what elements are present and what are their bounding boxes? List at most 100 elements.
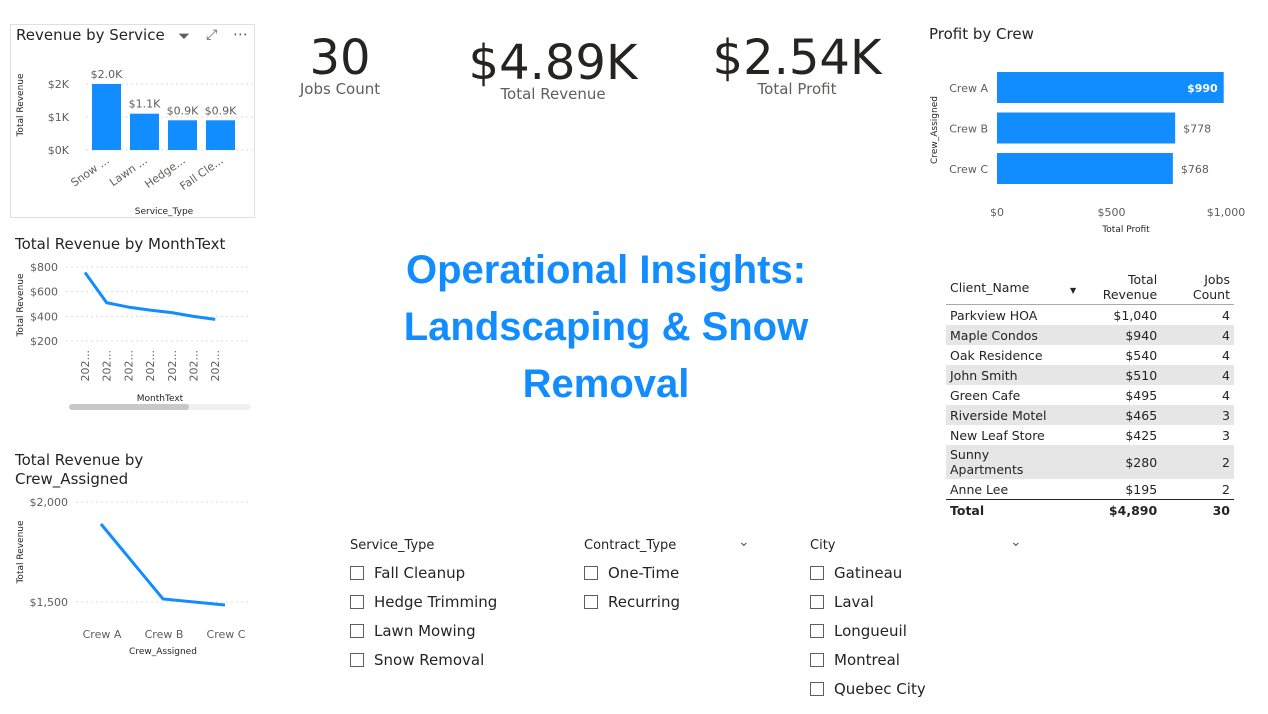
table-row[interactable]: New Leaf Store $425 3 — [946, 425, 1234, 445]
revenue-cell: $280 — [1125, 454, 1158, 470]
slicer-option[interactable]: Recurring — [584, 587, 680, 616]
chart-title: Total Revenue by MonthText — [15, 235, 226, 253]
option-label: Montreal — [834, 650, 900, 669]
option-label: Recurring — [608, 592, 680, 611]
chart-title: Profit by Crew — [929, 25, 1034, 43]
jobs-count-cell: 2 — [1222, 454, 1230, 470]
jobs-count-cell: 2 — [1222, 481, 1230, 497]
x-tick-label: 202... — [166, 350, 179, 382]
option-label: Longueuil — [834, 621, 907, 640]
checkbox[interactable] — [350, 565, 364, 580]
client-name-cell: Oak Residence — [950, 347, 1043, 363]
y-tick-label: $2,000 — [30, 496, 69, 509]
checkbox[interactable] — [350, 652, 364, 667]
column-header[interactable]: Client_Name — [946, 270, 1068, 305]
revenue-cell: $195 — [1125, 481, 1158, 497]
revenue-by-month-chart: Total Revenue $800 $600 $400 $200 202... 202..… — [16, 261, 250, 404]
y-tick-label: $2K — [48, 78, 70, 91]
x-tick-label: $1,000 — [1207, 206, 1246, 219]
x-axis-title: Crew_Assigned — [129, 647, 197, 657]
checkbox[interactable] — [810, 652, 824, 667]
x-tick-label: Crew C — [207, 628, 246, 641]
bar — [130, 113, 159, 150]
data-label: $778 — [1183, 123, 1211, 136]
y-tick-label: $600 — [30, 286, 58, 299]
option-label: Hedge Trimming — [374, 592, 498, 611]
table-row[interactable]: Parkview HOA $1,040 4 — [946, 305, 1234, 326]
checkbox[interactable] — [350, 594, 364, 609]
slicer-option[interactable]: Quebec City — [810, 674, 926, 703]
bar — [997, 153, 1173, 184]
revenue-by-crew-chart: Total Revenue $2,000 $1,500 Crew A Crew B Cre… — [16, 496, 250, 657]
jobs-count-cell: 4 — [1222, 387, 1230, 403]
bar — [92, 84, 121, 150]
slicer-option[interactable]: Laval — [810, 587, 926, 616]
table-row[interactable]: Anne Lee $195 2 — [946, 479, 1234, 500]
slicer-contract-type: Contract_Type ⌄ One-Time Recurring — [584, 534, 750, 616]
revenue-cell: $940 — [1125, 327, 1158, 343]
client-table[interactable]: Client_Name Total Revenue Jobs Count Par… — [946, 270, 1234, 520]
slicer-option[interactable]: Fall Cleanup — [350, 558, 497, 587]
total-jobs: 30 — [1212, 502, 1230, 518]
slicer-option[interactable]: Snow Removal — [350, 645, 497, 674]
chevron-down-icon[interactable]: ⌄ — [1010, 534, 1022, 550]
checkbox[interactable] — [584, 594, 598, 609]
jobs-count-cell: 4 — [1222, 327, 1230, 343]
jobs-count-cell: 4 — [1222, 367, 1230, 383]
slicer-option[interactable]: Hedge Trimming — [350, 587, 497, 616]
checkbox[interactable] — [810, 623, 824, 638]
profit-by-crew-chart: Crew_Assigned Crew A $990 Crew B $778 Crew C $… — [930, 72, 1246, 235]
filter-icon[interactable]: ⏷ — [178, 27, 190, 45]
data-label: $0.9K — [167, 104, 199, 117]
bar — [168, 120, 197, 150]
slicer-option[interactable]: Longueuil — [810, 616, 926, 645]
slicer-option[interactable]: Montreal — [810, 645, 926, 674]
focus-mode-icon[interactable]: ⤢ — [206, 27, 217, 43]
column-header[interactable]: Total Revenue — [1068, 270, 1161, 305]
kpi-value: $4.89K — [468, 35, 638, 91]
kpi-jobs-count: 30 Jobs Count — [280, 30, 400, 98]
x-axis-title: Service_Type — [135, 207, 194, 217]
option-label: Quebec City — [834, 679, 926, 698]
x-tick-label: $500 — [1098, 206, 1126, 219]
y-axis-title: Total Revenue — [16, 520, 26, 585]
chevron-down-icon[interactable]: ⌄ — [738, 534, 750, 550]
jobs-count-cell: 4 — [1222, 347, 1230, 363]
table-row[interactable]: Sunny Apartments $280 2 — [946, 445, 1234, 479]
table-row[interactable]: Riverside Motel $465 3 — [946, 405, 1234, 425]
horizontal-scrollbar[interactable] — [69, 404, 251, 410]
chart-title: Revenue by Service — [16, 26, 165, 44]
checkbox[interactable] — [810, 681, 824, 696]
table-row[interactable]: John Smith $510 4 — [946, 365, 1234, 385]
slicer-option[interactable]: One-Time — [584, 558, 680, 587]
slicer-option[interactable]: Lawn Mowing — [350, 616, 497, 645]
table-row[interactable]: Green Cafe $495 4 — [946, 385, 1234, 405]
y-tick-label: $400 — [30, 310, 58, 323]
option-label: Fall Cleanup — [374, 563, 466, 582]
x-tick-label: 202... — [188, 350, 201, 382]
checkbox[interactable] — [584, 565, 598, 580]
x-tick-label: 202... — [209, 350, 222, 382]
x-tick-label: Crew A — [83, 628, 122, 641]
x-tick-label: Lawn ... — [107, 154, 150, 189]
x-tick-label: 202... — [122, 350, 135, 382]
x-axis-title: Total Profit — [1101, 225, 1150, 235]
x-tick-label: 202... — [79, 350, 92, 382]
y-tick-label: $200 — [30, 335, 58, 348]
more-options-icon[interactable]: ⋯ — [233, 25, 248, 43]
client-name-cell: John Smith — [950, 367, 1018, 383]
data-label: $2.0K — [91, 68, 123, 81]
checkbox[interactable] — [350, 623, 364, 638]
checkbox[interactable] — [810, 565, 824, 580]
revenue-by-service-visual[interactable]: Total Revenue $0K $1K $2K $2.0K Snow ... $1.1K… — [10, 24, 256, 218]
revenue-by-service-chart: Total Revenue $0K $1K $2K $2.0K Snow ... $1.1K… — [16, 68, 256, 217]
dashboard-title: Operational Insights: Landscaping & Snow… — [403, 248, 809, 406]
table-row[interactable]: Maple Condos $940 4 — [946, 325, 1234, 345]
table-row[interactable]: Oak Residence $540 4 — [946, 345, 1234, 365]
slicer-option[interactable]: Gatineau — [810, 558, 926, 587]
column-header[interactable]: Jobs Count — [1161, 270, 1234, 305]
checkbox[interactable] — [810, 594, 824, 609]
slicer-title: City — [810, 538, 836, 553]
revenue-cell: $425 — [1125, 427, 1158, 443]
revenue-line — [99, 523, 226, 607]
